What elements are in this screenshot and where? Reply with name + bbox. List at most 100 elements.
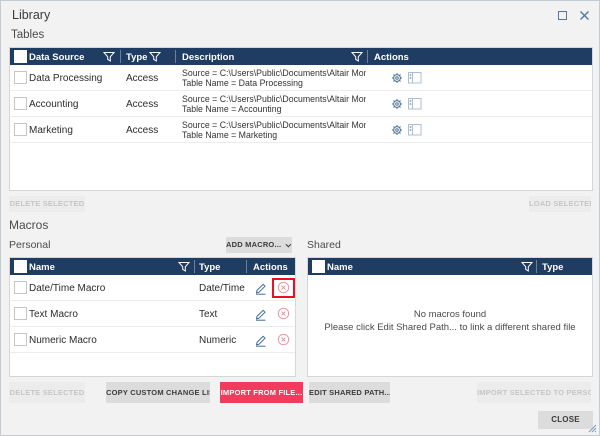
data-source-cell: Accounting bbox=[29, 99, 78, 110]
type-cell: Access bbox=[126, 73, 158, 84]
description-cell: Source = C:\Users\Public\Documents\Altai… bbox=[182, 94, 366, 115]
maximize-button[interactable] bbox=[553, 7, 571, 23]
tables-section-label: Tables bbox=[11, 29, 44, 41]
delete-macro-button[interactable] bbox=[277, 333, 290, 346]
filter-icon[interactable] bbox=[521, 261, 533, 273]
column-separator bbox=[194, 260, 195, 273]
table-row[interactable]: Accounting Access Source = C:\Users\Publ… bbox=[10, 91, 592, 117]
table-view-icon bbox=[408, 98, 422, 110]
description-cell: Source = C:\Users\Public\Documents\Altai… bbox=[182, 120, 366, 141]
select-all-tables-checkbox[interactable] bbox=[14, 50, 27, 63]
description-cell: Source = C:\Users\Public\Documents\Altai… bbox=[182, 68, 366, 89]
column-header-type: Type bbox=[542, 262, 563, 273]
library-dialog: Library Tables Data Source Type Descript… bbox=[0, 0, 600, 436]
copy-custom-change-lists-button[interactable]: COPY CUSTOM CHANGE LISTS bbox=[106, 382, 210, 403]
shared-macros-table: Name Type No macros found Please click E… bbox=[307, 257, 593, 377]
filter-icon[interactable] bbox=[351, 51, 363, 63]
table-view-icon bbox=[408, 72, 422, 84]
shared-empty-state: No macros found Please click Edit Shared… bbox=[308, 308, 592, 334]
personal-macros-table: Name Type Actions Date/Time Macro Date/T… bbox=[9, 257, 296, 377]
data-source-cell: Data Processing bbox=[29, 73, 102, 84]
row-checkbox[interactable] bbox=[14, 71, 27, 84]
shared-macros-header: Name Type bbox=[308, 258, 592, 275]
resize-grip[interactable] bbox=[588, 424, 597, 433]
filter-icon[interactable] bbox=[149, 51, 161, 63]
macro-name-cell: Text Macro bbox=[29, 309, 78, 320]
column-separator bbox=[120, 50, 121, 63]
column-separator bbox=[175, 50, 176, 63]
row-checkbox[interactable] bbox=[14, 97, 27, 110]
add-macro-label: ADD MACRO... bbox=[226, 237, 281, 253]
open-table-button[interactable] bbox=[408, 98, 422, 110]
column-header-type: Type bbox=[126, 52, 147, 63]
filter-icon[interactable] bbox=[103, 51, 115, 63]
macro-type-cell: Date/Time bbox=[199, 283, 245, 294]
open-table-button[interactable] bbox=[408, 124, 422, 136]
shared-label: Shared bbox=[307, 239, 341, 251]
circle-x-icon bbox=[277, 333, 290, 346]
gear-icon bbox=[390, 71, 404, 85]
table-settings-button[interactable] bbox=[390, 123, 404, 137]
edit-macro-button[interactable] bbox=[254, 281, 267, 295]
pencil-icon bbox=[254, 333, 267, 347]
column-header-actions: Actions bbox=[253, 262, 288, 273]
tables-table-header: Data Source Type Description Actions bbox=[10, 48, 592, 65]
column-header-actions: Actions bbox=[374, 52, 409, 63]
row-checkbox[interactable] bbox=[14, 307, 27, 320]
table-settings-button[interactable] bbox=[390, 71, 404, 85]
table-row[interactable]: Marketing Access Source = C:\Users\Publi… bbox=[10, 117, 592, 143]
pencil-icon bbox=[254, 281, 267, 295]
resize-grip-icon bbox=[588, 424, 597, 433]
maximize-icon bbox=[558, 11, 567, 20]
macro-type-cell: Numeric bbox=[199, 335, 236, 346]
select-all-personal-checkbox[interactable] bbox=[14, 260, 27, 273]
macro-row[interactable]: Date/Time Macro Date/Time bbox=[10, 275, 295, 301]
close-dialog-button[interactable]: CLOSE bbox=[538, 411, 593, 429]
select-all-shared-checkbox[interactable] bbox=[312, 260, 325, 273]
column-header-name: Name bbox=[29, 262, 55, 273]
delete-macro-button[interactable] bbox=[277, 307, 290, 320]
edit-shared-path-button[interactable]: EDIT SHARED PATH... bbox=[309, 382, 390, 403]
column-separator bbox=[246, 260, 247, 273]
gear-icon bbox=[390, 97, 404, 111]
macro-name-cell: Numeric Macro bbox=[29, 335, 97, 346]
macro-row[interactable]: Numeric Macro Numeric bbox=[10, 327, 295, 353]
filter-icon[interactable] bbox=[178, 261, 190, 273]
tables-table: Data Source Type Description Actions Dat… bbox=[9, 47, 593, 191]
column-header-type: Type bbox=[199, 262, 220, 273]
circle-x-icon bbox=[277, 307, 290, 320]
open-table-button[interactable] bbox=[408, 72, 422, 84]
edit-macro-button[interactable] bbox=[254, 307, 267, 321]
row-checkbox[interactable] bbox=[14, 281, 27, 294]
column-separator bbox=[367, 50, 368, 63]
delete-selected-tables-button[interactable]: DELETE SELECTED bbox=[9, 196, 85, 212]
personal-macros-header: Name Type Actions bbox=[10, 258, 295, 275]
gear-icon bbox=[390, 123, 404, 137]
macros-section-label: Macros bbox=[9, 218, 48, 232]
delete-selected-macros-button[interactable]: DELETE SELECTED bbox=[9, 382, 85, 403]
type-cell: Access bbox=[126, 99, 158, 110]
type-cell: Access bbox=[126, 125, 158, 136]
row-checkbox[interactable] bbox=[14, 333, 27, 346]
load-selected-button[interactable]: LOAD SELECTED bbox=[529, 196, 591, 212]
add-macro-button[interactable]: ADD MACRO... bbox=[226, 237, 292, 253]
column-header-data-source: Data Source bbox=[29, 52, 84, 63]
column-separator bbox=[536, 260, 537, 273]
window-title: Library bbox=[12, 8, 50, 22]
column-header-description: Description bbox=[182, 52, 234, 63]
column-header-name: Name bbox=[327, 262, 353, 273]
table-settings-button[interactable] bbox=[390, 97, 404, 111]
import-from-file-button[interactable]: IMPORT FROM FILE... bbox=[220, 382, 303, 403]
table-view-icon bbox=[408, 124, 422, 136]
row-checkbox[interactable] bbox=[14, 123, 27, 136]
import-selected-to-personal-button[interactable]: IMPORT SELECTED TO PERSONAL bbox=[477, 382, 591, 403]
macro-name-cell: Date/Time Macro bbox=[29, 283, 105, 294]
table-row[interactable]: Data Processing Access Source = C:\Users… bbox=[10, 65, 592, 91]
personal-label: Personal bbox=[9, 239, 50, 251]
close-icon bbox=[579, 10, 590, 21]
chevron-down-icon bbox=[285, 243, 292, 248]
data-source-cell: Marketing bbox=[29, 125, 73, 136]
close-button[interactable] bbox=[575, 7, 593, 23]
edit-macro-button[interactable] bbox=[254, 333, 267, 347]
macro-row[interactable]: Text Macro Text bbox=[10, 301, 295, 327]
